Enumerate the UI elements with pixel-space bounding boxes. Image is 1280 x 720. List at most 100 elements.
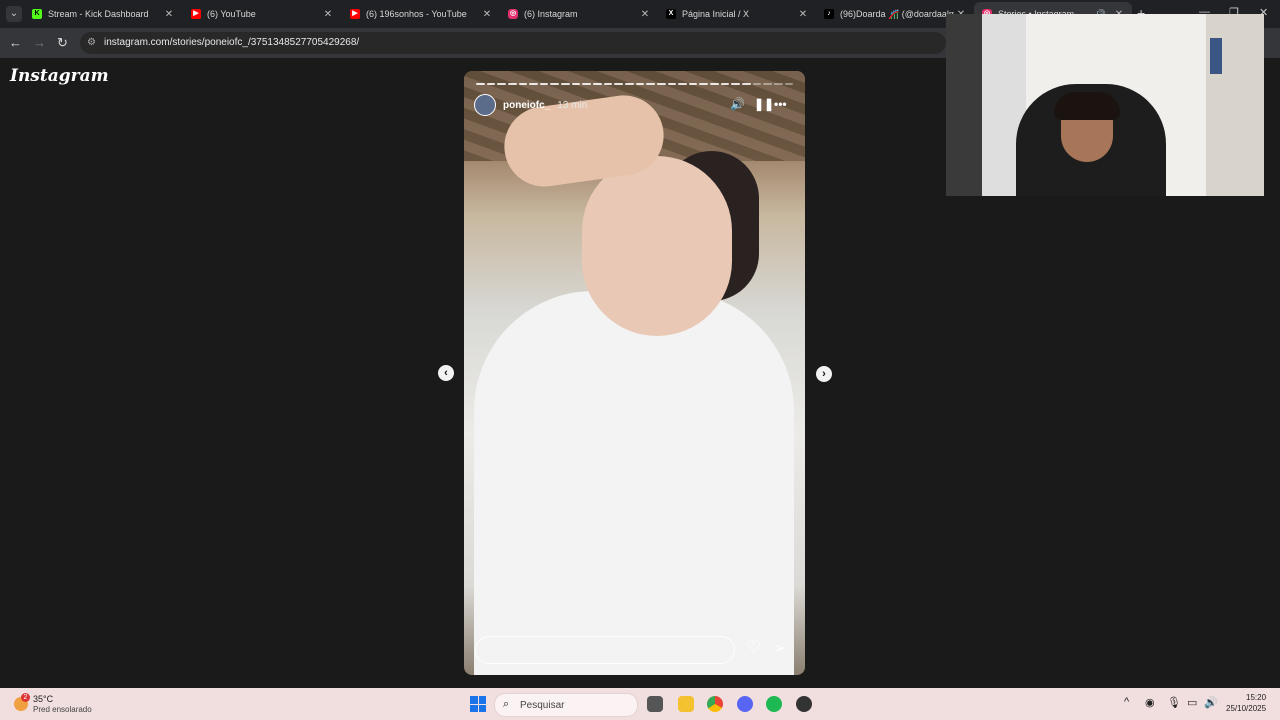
story-progress-segment — [518, 83, 528, 85]
story-viewer[interactable]: poneiofc_ 13 min 🔊 ❚❚ ••• ♡ ➢ — [464, 71, 805, 675]
display-icon[interactable]: ▭ — [1187, 696, 1197, 709]
spotify-icon[interactable] — [766, 696, 782, 712]
tab-instagram[interactable]: ◎ (6) Instagram ✕ — [500, 2, 658, 26]
story-progress-segment — [614, 83, 623, 85]
reply-field[interactable] — [475, 636, 735, 664]
task-view-icon[interactable] — [647, 696, 663, 712]
close-icon[interactable]: ✕ — [162, 9, 176, 20]
reload-icon[interactable]: ↻ — [57, 35, 68, 51]
taskbar-date[interactable]: 25/10/2025 — [1226, 704, 1266, 713]
microphone-icon[interactable]: 🎙 — [1167, 696, 1181, 709]
tab-label: Stream - Kick Dashboard — [48, 9, 149, 19]
story-progress-segment — [646, 83, 655, 85]
tiktok-icon: ♪ — [824, 9, 834, 19]
story-progress-segment — [667, 83, 677, 85]
story-photo-shirt — [474, 291, 794, 675]
heart-icon[interactable]: ♡ — [746, 638, 761, 658]
obs-icon[interactable] — [796, 696, 812, 712]
story-progress-segment — [710, 83, 719, 85]
chevron-up-icon[interactable]: ^ — [1124, 696, 1129, 708]
weather-temperature[interactable]: 35°C — [33, 694, 53, 704]
close-icon[interactable]: ✕ — [321, 9, 335, 20]
instagram-logo[interactable]: Instagram — [10, 66, 109, 86]
tab-label: (6) YouTube — [207, 9, 256, 19]
weather-description[interactable]: Pred ensolarado — [33, 705, 92, 714]
story-photo-face — [582, 156, 732, 336]
windows-taskbar: 2 35°C Pred ensolarado ⌕ Pesquisar ^ ◉ 🎙… — [0, 688, 1280, 720]
avatar[interactable] — [474, 94, 496, 116]
previous-story-button[interactable]: ‹ — [438, 365, 454, 381]
close-icon[interactable]: ✕ — [638, 9, 652, 20]
story-progress-segment — [624, 83, 634, 85]
story-progress-segment — [720, 83, 730, 85]
volume-icon[interactable]: 🔊 — [1204, 696, 1218, 709]
story-progress-segment — [688, 83, 698, 85]
youtube-icon: ▶ — [350, 9, 360, 19]
story-progress-segment — [539, 83, 549, 85]
story-header: poneiofc_ 13 min 🔊 ❚❚ ••• — [474, 93, 795, 117]
x-icon: X — [666, 9, 676, 19]
reply-input[interactable] — [489, 644, 723, 657]
webcam-overlay — [946, 14, 1264, 196]
story-progress-segment — [571, 83, 581, 85]
wall-poster — [1210, 38, 1222, 74]
volume-icon[interactable]: 🔊 — [730, 97, 745, 111]
story-progress-segment — [752, 83, 762, 85]
story-progress-segment — [678, 83, 687, 85]
streamer-hair — [1054, 92, 1120, 120]
forward-icon[interactable]: → — [33, 35, 46, 50]
tab-label: (96)Doarda 🎢 (@doardaalmd) — [840, 8, 954, 19]
tab-search-button[interactable]: ⌄ — [6, 6, 22, 22]
file-explorer-icon[interactable] — [678, 696, 694, 712]
story-progress-segment — [529, 83, 538, 85]
story-progress-segment — [763, 83, 772, 85]
story-username[interactable]: poneiofc_ — [503, 100, 550, 111]
story-progress-segment — [742, 83, 751, 85]
search-icon: ⌕ — [503, 698, 510, 710]
story-progress-segment — [773, 83, 783, 85]
close-icon[interactable]: ✕ — [796, 9, 810, 20]
story-timestamp: 13 min — [557, 99, 588, 111]
story-progress-bar — [476, 83, 794, 85]
back-icon[interactable]: ← — [9, 35, 22, 50]
next-story-button[interactable]: › — [816, 366, 832, 382]
address-bar[interactable]: ⚙ instagram.com/stories/poneiofc_/375134… — [80, 32, 946, 54]
send-icon[interactable]: ➢ — [774, 639, 787, 657]
story-progress-segment — [635, 83, 645, 85]
tab-label: (6) 196sonhos - YouTube — [366, 9, 467, 19]
story-progress-segment — [731, 83, 741, 85]
story-progress-segment — [507, 83, 517, 85]
story-progress-segment — [497, 83, 506, 85]
tab-kick-dashboard[interactable]: K Stream - Kick Dashboard ✕ — [24, 2, 182, 26]
close-icon[interactable]: ✕ — [480, 9, 494, 20]
tab-youtube-196sonhos[interactable]: ▶ (6) 196sonhos - YouTube ✕ — [342, 2, 500, 26]
story-progress-segment — [486, 83, 496, 85]
pause-icon[interactable]: ❚❚ — [754, 97, 774, 111]
more-options-icon[interactable]: ••• — [774, 97, 787, 111]
story-progress-segment — [476, 83, 485, 85]
url-text[interactable]: instagram.com/stories/poneiofc_/37513485… — [104, 37, 359, 48]
weather-badge: 2 — [21, 693, 30, 702]
tab-label: (6) Instagram — [524, 9, 578, 19]
tab-youtube[interactable]: ▶ (6) YouTube ✕ — [183, 2, 341, 26]
chrome-icon[interactable] — [707, 696, 723, 712]
taskbar-time[interactable]: 15:20 — [1246, 693, 1266, 702]
site-info-icon[interactable]: ⚙ — [87, 37, 96, 48]
story-progress-segment — [582, 83, 592, 85]
network-icon[interactable]: ◉ — [1145, 696, 1155, 709]
story-progress-segment — [784, 83, 794, 85]
tab-label: Página Inicial / X — [682, 9, 750, 19]
story-progress-segment — [550, 83, 560, 85]
windows-start-icon[interactable] — [470, 696, 486, 712]
search-placeholder: Pesquisar — [520, 700, 565, 711]
story-progress-segment — [699, 83, 709, 85]
story-progress-segment — [593, 83, 602, 85]
instagram-icon: ◎ — [508, 9, 518, 19]
story-progress-segment — [561, 83, 570, 85]
kick-icon: K — [32, 9, 42, 19]
taskbar-search[interactable]: ⌕ Pesquisar — [494, 693, 638, 717]
tab-x-home[interactable]: X Página Inicial / X ✕ — [658, 2, 816, 26]
discord-icon[interactable] — [737, 696, 753, 712]
story-progress-segment — [603, 83, 613, 85]
story-progress-segment — [656, 83, 666, 85]
